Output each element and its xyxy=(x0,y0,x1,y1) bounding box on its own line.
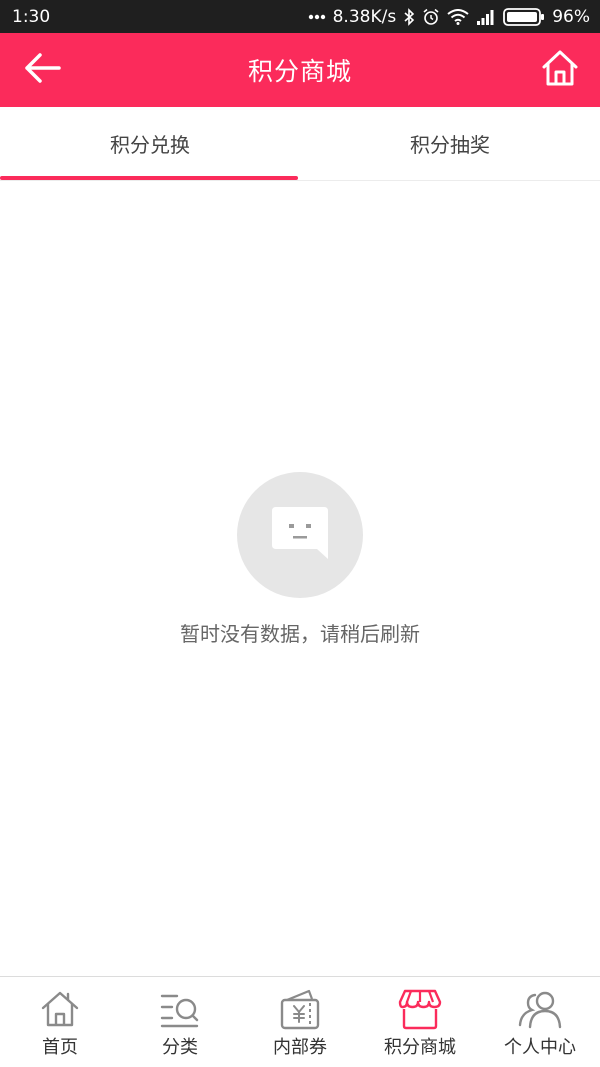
home-outline-icon xyxy=(38,987,82,1031)
page-title: 积分商城 xyxy=(247,57,352,86)
tab-label: 积分兑换 xyxy=(110,133,190,157)
bottom-nav-profile[interactable]: 个人中心 xyxy=(480,977,600,1067)
bottom-nav-label: 首页 xyxy=(42,1037,78,1058)
status-icons: 8.38K/s 96% xyxy=(308,7,590,27)
status-bar: 1:30 8.38K/s 96% xyxy=(0,0,600,33)
arrow-left-icon xyxy=(23,52,61,88)
empty-state: 暂时没有数据，请稍后刷新 xyxy=(0,472,600,647)
network-speed: 8.38K/s xyxy=(332,6,397,27)
tab-points-lottery[interactable]: 积分抽奖 xyxy=(300,107,600,180)
bottom-nav-label: 个人中心 xyxy=(504,1037,576,1058)
active-tab-indicator xyxy=(0,176,298,180)
shop-icon xyxy=(398,987,442,1031)
battery-level: 96% xyxy=(552,6,590,27)
category-search-icon xyxy=(158,987,202,1031)
alarm-icon xyxy=(422,8,440,26)
signal-icon xyxy=(476,9,496,25)
bluetooth-icon xyxy=(403,7,415,26)
bottom-nav-coupon[interactable]: 内部券 xyxy=(240,977,360,1067)
tab-points-exchange[interactable]: 积分兑换 xyxy=(0,107,300,180)
tab-label: 积分抽奖 xyxy=(410,133,490,157)
header-bar: 积分商城 xyxy=(0,33,600,107)
users-icon xyxy=(518,987,562,1031)
home-icon xyxy=(541,49,579,91)
empty-state-message: 暂时没有数据，请稍后刷新 xyxy=(180,622,420,646)
chat-bubble-face-icon xyxy=(270,505,330,565)
bottom-nav-home[interactable]: 首页 xyxy=(0,977,120,1067)
coupon-icon xyxy=(278,987,322,1031)
tab-bar: 积分兑换 积分抽奖 xyxy=(0,107,600,181)
home-button[interactable] xyxy=(538,48,582,92)
bottom-nav-label: 内部券 xyxy=(273,1037,327,1058)
wifi-icon xyxy=(447,8,469,25)
dots-icon xyxy=(308,14,326,20)
bottom-nav: 首页 分类 内部券 积分商城 个人中心 xyxy=(0,976,600,1067)
bottom-nav-category[interactable]: 分类 xyxy=(120,977,240,1067)
bottom-nav-label: 分类 xyxy=(162,1037,198,1058)
battery-icon xyxy=(503,7,545,26)
back-button[interactable] xyxy=(20,50,64,90)
bottom-nav-label: 积分商城 xyxy=(384,1037,456,1058)
bottom-nav-points-mall[interactable]: 积分商城 xyxy=(360,977,480,1067)
empty-state-circle xyxy=(237,472,363,598)
status-time: 1:30 xyxy=(12,6,51,27)
